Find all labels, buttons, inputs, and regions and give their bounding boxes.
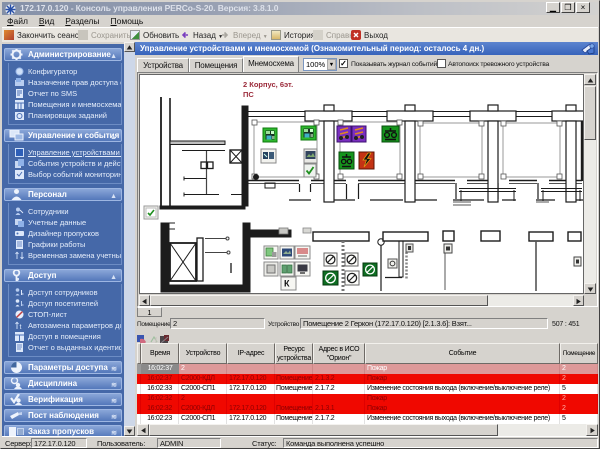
svg-text:К: К — [284, 279, 290, 289]
svg-text:ПС: ПС — [243, 90, 254, 99]
svg-text:t: t — [20, 324, 22, 330]
svg-text:2 Корпус, 6эт.: 2 Корпус, 6эт. — [243, 80, 293, 89]
